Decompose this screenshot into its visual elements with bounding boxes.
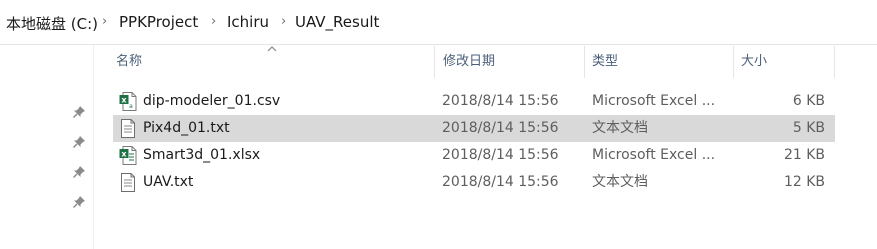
chevron-right-icon[interactable]: ›	[211, 14, 216, 29]
column-header-size[interactable]: 大小	[730, 46, 830, 78]
text-file-icon	[121, 119, 135, 138]
file-name: Pix4d_01.txt	[143, 120, 230, 136]
column-header-name[interactable]: 名称	[105, 46, 434, 78]
file-name: dip-modeler_01.csv	[143, 93, 281, 109]
file-size: 6 KB	[792, 93, 825, 109]
file-row-uav[interactable]: UAV.txt 2018/8/14 15:56 文本文档 12 KB	[113, 169, 835, 196]
svg-text:x: x	[121, 96, 127, 105]
navigation-pane	[0, 45, 94, 249]
file-name: UAV.txt	[143, 174, 194, 190]
file-date: 2018/8/14 15:56	[442, 174, 559, 190]
pin-icon[interactable]	[72, 165, 86, 179]
breadcrumb-item-uav-result[interactable]: UAV_Result	[295, 13, 379, 31]
excel-csv-icon: x a	[119, 92, 137, 111]
file-date: 2018/8/14 15:56	[442, 147, 559, 163]
file-name: Smart3d_01.xlsx	[143, 147, 261, 163]
breadcrumb-item-ppkproject[interactable]: PPKProject	[119, 13, 198, 31]
svg-text:a: a	[129, 103, 133, 110]
column-header-date[interactable]: 修改日期	[432, 46, 582, 78]
file-row-dip-modeler[interactable]: x a dip-modeler_01.csv 2018/8/14 15:56 M…	[113, 88, 835, 115]
file-type: 文本文档	[592, 174, 648, 190]
file-type: Microsoft Excel ...	[592, 147, 716, 163]
file-type: Microsoft Excel ...	[592, 93, 716, 109]
text-file-icon	[121, 173, 135, 192]
breadcrumb-item-local-disk[interactable]: 本地磁盘 (C:)	[6, 13, 98, 34]
svg-text:x: x	[121, 150, 127, 159]
pin-icon[interactable]	[72, 105, 86, 119]
pin-icon[interactable]	[72, 135, 86, 149]
column-divider[interactable]	[834, 46, 835, 78]
chevron-right-icon[interactable]: ›	[102, 14, 107, 29]
file-row-smart3d[interactable]: x Smart3d_01.xlsx 2018/8/14 15:56 Micros…	[113, 142, 835, 169]
file-size: 5 KB	[792, 120, 825, 136]
file-size: 21 KB	[783, 147, 825, 163]
excel-xlsx-icon: x	[119, 146, 137, 165]
chevron-right-icon[interactable]: ›	[281, 14, 286, 29]
file-type: 文本文档	[592, 120, 648, 136]
pin-icon[interactable]	[72, 195, 86, 209]
file-date: 2018/8/14 15:56	[442, 93, 559, 109]
column-header-row: 名称 修改日期 类型 大小	[105, 46, 835, 78]
file-size: 12 KB	[783, 174, 825, 190]
column-header-type[interactable]: 类型	[581, 46, 731, 78]
file-row-pix4d[interactable]: Pix4d_01.txt 2018/8/14 15:56 文本文档 5 KB	[113, 115, 835, 142]
file-date: 2018/8/14 15:56	[442, 120, 559, 136]
breadcrumb: 本地磁盘 (C:) › PPKProject › Ichiru › UAV_Re…	[0, 0, 877, 45]
breadcrumb-item-ichiru[interactable]: Ichiru	[227, 13, 269, 31]
